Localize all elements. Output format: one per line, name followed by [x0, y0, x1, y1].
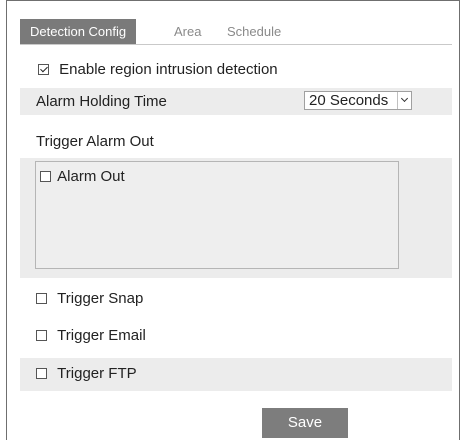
- alarm-out-list: Alarm Out: [35, 161, 399, 269]
- tab-schedule[interactable]: Schedule: [227, 19, 281, 44]
- tab-detection-config[interactable]: Detection Config: [20, 19, 137, 44]
- alarm-out-label: Alarm Out: [57, 168, 125, 185]
- trigger-snap-label: Trigger Snap: [57, 290, 144, 307]
- enable-detection-row: Enable region intrusion detection: [20, 60, 452, 80]
- save-button[interactable]: Save: [262, 408, 348, 438]
- trigger-email-label: Trigger Email: [57, 327, 146, 344]
- alarm-holding-label: Alarm Holding Time: [36, 93, 167, 110]
- alarm-out-checkbox[interactable]: [40, 170, 51, 182]
- tab-area[interactable]: Area: [174, 19, 201, 44]
- list-item: Alarm Out: [40, 168, 125, 186]
- alarm-holding-select[interactable]: 20 Seconds: [304, 91, 412, 110]
- trigger-email-checkbox[interactable]: [36, 329, 47, 341]
- alarm-holding-row: Alarm Holding Time 20 Seconds: [20, 88, 452, 115]
- enable-detection-checkbox[interactable]: [38, 63, 49, 75]
- trigger-ftp-checkbox[interactable]: [36, 367, 47, 379]
- enable-detection-label: Enable region intrusion detection: [59, 61, 278, 78]
- trigger-snap-checkbox[interactable]: [36, 292, 47, 304]
- alarm-out-section: Alarm Out: [20, 158, 452, 278]
- trigger-snap-row: Trigger Snap: [20, 289, 452, 311]
- tab-bar: Detection Config Area Schedule: [20, 19, 452, 45]
- trigger-email-row: Trigger Email: [20, 326, 452, 348]
- trigger-ftp-row: Trigger FTP: [20, 358, 452, 391]
- trigger-alarm-out-row: Trigger Alarm Out: [20, 131, 452, 153]
- trigger-alarm-out-label: Trigger Alarm Out: [36, 133, 154, 150]
- trigger-ftp-label: Trigger FTP: [57, 365, 137, 382]
- alarm-holding-value: 20 Seconds: [309, 92, 389, 109]
- chevron-down-icon[interactable]: [397, 92, 411, 109]
